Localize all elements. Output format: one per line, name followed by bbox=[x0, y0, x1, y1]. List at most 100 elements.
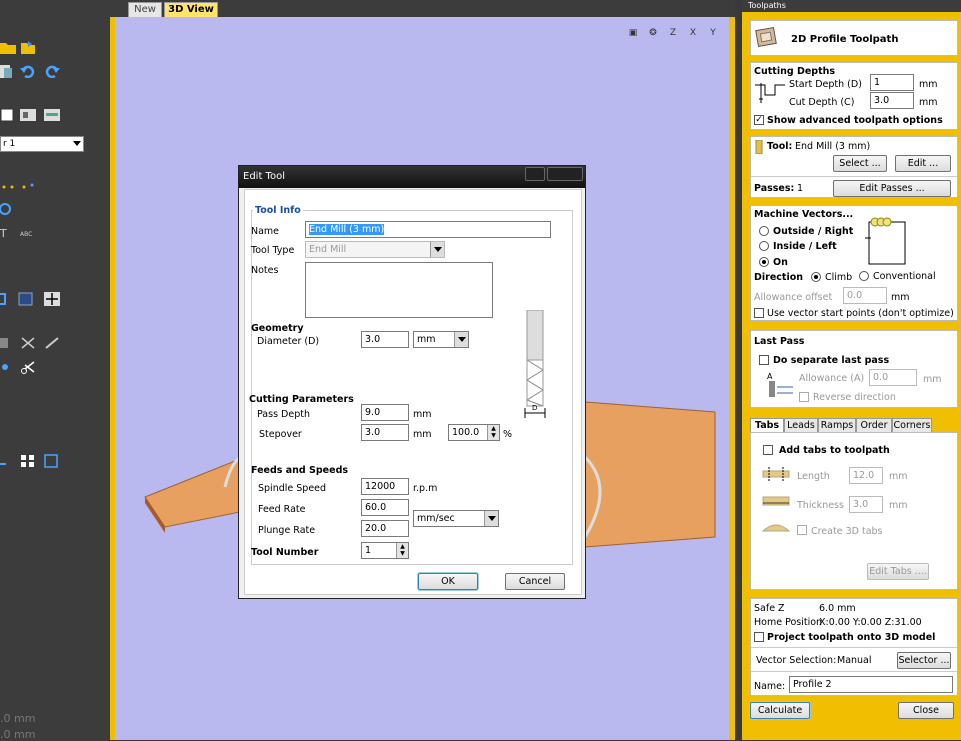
iso-view-icon[interactable]: ❂ bbox=[645, 25, 661, 41]
trim-icon[interactable] bbox=[44, 336, 60, 350]
node-edit-icon[interactable] bbox=[0, 180, 16, 194]
circle-tool-icon[interactable] bbox=[0, 202, 16, 216]
close-button[interactable] bbox=[547, 167, 583, 181]
minimize-button[interactable] bbox=[525, 167, 545, 181]
tab-leads[interactable]: Leads bbox=[784, 418, 818, 433]
cut-depth-input[interactable]: 3.0 bbox=[870, 92, 914, 109]
tool-name-input[interactable]: End Mill (3 mm) bbox=[305, 221, 551, 238]
grid-icon[interactable] bbox=[20, 454, 36, 468]
safe-z-value: 6.0 mm bbox=[819, 603, 856, 614]
tab-order[interactable]: Order bbox=[856, 418, 892, 433]
tab-thickness-label: Thickness bbox=[797, 500, 844, 511]
climb-radio[interactable] bbox=[811, 272, 821, 282]
vector-start-checkbox[interactable] bbox=[754, 308, 764, 318]
toolpath-name-input[interactable]: Profile 2 bbox=[789, 676, 953, 693]
join-icon[interactable] bbox=[20, 336, 36, 350]
align-icon[interactable] bbox=[20, 108, 36, 122]
rate-unit-select[interactable]: mm/sec bbox=[413, 510, 499, 527]
profile-toolpath-icon bbox=[755, 26, 777, 48]
conventional-radio[interactable] bbox=[859, 271, 869, 281]
inside-label: Inside / Left bbox=[773, 241, 837, 252]
nest-icon[interactable] bbox=[0, 360, 16, 374]
open-folder-icon[interactable] bbox=[0, 40, 16, 54]
add-tabs-checkbox[interactable] bbox=[763, 445, 773, 455]
tool-section: Tool: End Mill (3 mm) Select ... Edit ..… bbox=[750, 136, 958, 198]
array-copy-icon[interactable] bbox=[0, 454, 16, 468]
notes-textarea[interactable] bbox=[305, 262, 493, 318]
spindle-speed-input[interactable]: 12000 bbox=[361, 478, 409, 495]
toolpaths-panel-title-text: Toolpaths bbox=[748, 1, 786, 10]
on-radio[interactable] bbox=[759, 257, 769, 267]
stepover-input[interactable]: 3.0 bbox=[361, 424, 409, 441]
dialog-title: Edit Tool bbox=[243, 171, 285, 182]
smooth-node-icon[interactable] bbox=[20, 180, 36, 194]
feed-rate-input[interactable]: 60.0 bbox=[361, 499, 409, 516]
redo-icon[interactable] bbox=[44, 64, 60, 78]
tab-tabs[interactable]: Tabs bbox=[750, 418, 784, 433]
depth-diagram-icon bbox=[755, 83, 785, 103]
cutting-parameters-heading: Cutting Parameters bbox=[249, 394, 354, 405]
edit-passes-button[interactable]: Edit Passes ... bbox=[833, 180, 951, 197]
inside-radio[interactable] bbox=[759, 241, 769, 251]
weld-icon[interactable] bbox=[0, 336, 16, 350]
tab-corners[interactable]: Corners bbox=[892, 418, 932, 433]
arc-text-icon[interactable]: ABC bbox=[20, 226, 36, 240]
edit-tool-button[interactable]: Edit ... bbox=[895, 155, 951, 172]
plunge-rate-input[interactable]: 20.0 bbox=[361, 520, 409, 537]
tabs-panel: Add tabs to toolpath Length 12.0 mm Thic… bbox=[750, 432, 958, 590]
tab-length-input[interactable]: 12.0 bbox=[849, 467, 883, 484]
diameter-input[interactable]: 3.0 bbox=[361, 331, 409, 348]
cancel-button[interactable]: Cancel bbox=[505, 573, 565, 590]
undo-icon[interactable] bbox=[20, 64, 36, 78]
distribute-icon[interactable] bbox=[44, 108, 60, 122]
paste-icon[interactable] bbox=[0, 64, 16, 78]
move-icon[interactable] bbox=[44, 292, 60, 306]
tool-number-input[interactable]: 1 ▲ ▼ bbox=[361, 542, 409, 559]
project-toolpath-checkbox[interactable] bbox=[754, 632, 764, 642]
circular-array-icon[interactable] bbox=[44, 454, 60, 468]
start-depth-input[interactable]: 1 bbox=[870, 74, 914, 91]
pass-depth-input[interactable]: 9.0 bbox=[361, 404, 409, 421]
spin-arrows-icon[interactable]: ▲ ▼ bbox=[487, 425, 499, 440]
tab-thickness-input[interactable]: 3.0 bbox=[849, 496, 883, 513]
selector-button[interactable]: Selector ... bbox=[897, 652, 951, 669]
offset-icon[interactable] bbox=[0, 292, 16, 306]
edit-tabs-button[interactable]: Edit Tabs .... bbox=[867, 563, 929, 580]
svg-text:A: A bbox=[767, 372, 773, 381]
view-tab-bar: New 3D View bbox=[110, 0, 735, 17]
text-tool-icon[interactable]: T bbox=[0, 226, 16, 240]
dialog-title-bar[interactable]: Edit Tool bbox=[239, 166, 585, 188]
toolpath-info-section: Safe Z 6.0 mm Home Position X:0.00 Y:0.0… bbox=[750, 598, 958, 696]
select-box-icon[interactable] bbox=[0, 108, 16, 122]
view-x-icon[interactable]: X bbox=[685, 25, 701, 41]
home-position-value: X:0.00 Y:0.00 Z:31.00 bbox=[819, 617, 922, 628]
ok-button[interactable]: OK bbox=[418, 573, 478, 590]
on-label: On bbox=[773, 257, 788, 268]
scissors-icon[interactable] bbox=[20, 360, 36, 374]
zoom-extents-icon[interactable]: ▣ bbox=[625, 25, 641, 41]
last-pass-allowance-input[interactable]: 0.0 bbox=[869, 369, 917, 386]
separate-last-pass-checkbox[interactable] bbox=[759, 355, 769, 365]
tool-type-select[interactable]: End Mill bbox=[305, 241, 445, 258]
create-3d-tabs-checkbox[interactable] bbox=[797, 525, 807, 535]
open-file-icon[interactable] bbox=[20, 40, 36, 54]
tab-ramps[interactable]: Ramps bbox=[818, 418, 856, 433]
advanced-options-checkbox[interactable]: ✓ bbox=[754, 115, 764, 125]
view-y-icon[interactable]: Y bbox=[705, 25, 721, 41]
tab-3d-view[interactable]: 3D View bbox=[164, 2, 218, 17]
outside-radio[interactable] bbox=[759, 226, 769, 236]
allowance-offset-input[interactable]: 0.0 bbox=[843, 287, 887, 304]
spin-arrows-icon[interactable]: ▲ ▼ bbox=[396, 543, 408, 558]
close-panel-button[interactable]: Close bbox=[898, 702, 954, 719]
tab-new[interactable]: New bbox=[128, 2, 162, 17]
view-z-icon[interactable]: Z bbox=[665, 25, 681, 41]
reverse-direction-checkbox[interactable] bbox=[799, 392, 809, 402]
safe-z-label: Safe Z bbox=[754, 603, 785, 614]
calculate-button[interactable]: Calculate bbox=[750, 702, 810, 719]
units-select[interactable]: mm bbox=[413, 331, 469, 348]
geometry-heading: Geometry bbox=[251, 323, 304, 334]
boundary-icon[interactable] bbox=[18, 292, 34, 306]
stepover-percent-input[interactable]: 100.0 ▲ ▼ bbox=[448, 424, 500, 441]
select-tool-button[interactable]: Select ... bbox=[833, 155, 887, 172]
layer-select[interactable]: r 1 bbox=[0, 136, 84, 152]
